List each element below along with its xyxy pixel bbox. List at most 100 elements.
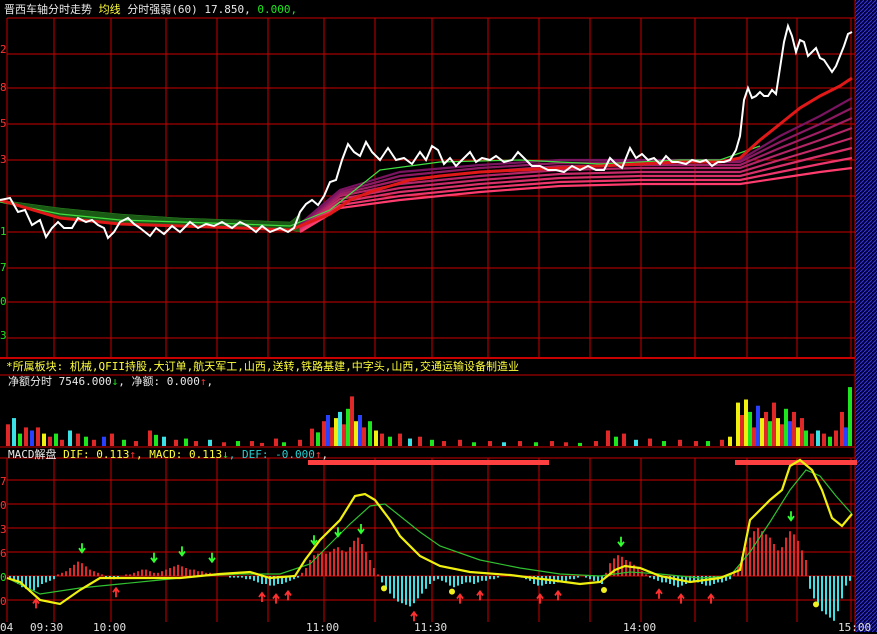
volume-bar-99	[844, 427, 848, 446]
macd-bar-185	[749, 537, 751, 576]
macd-arrow: ↓	[222, 448, 229, 461]
macd-axis-glyph-2: 0	[0, 499, 7, 512]
macd-bar-86	[353, 540, 355, 576]
price-header: 晋西车轴分时走势 均线 分时强弱(60) 17.850, 0.000,	[4, 4, 297, 16]
volume-bar-15	[110, 433, 114, 446]
yellow-dot-22	[381, 585, 387, 592]
volume-bar-37	[334, 418, 338, 446]
macd-bar-92	[377, 574, 379, 576]
volume-bar-29	[274, 438, 278, 446]
down-arrow-green-7	[617, 536, 625, 548]
macd-bar-46	[193, 569, 195, 576]
macd-bar-141	[573, 576, 575, 580]
macd-bar-166	[673, 576, 675, 586]
volume-bar-35	[326, 415, 330, 446]
macd-bar-90	[369, 560, 371, 576]
macd-bar-14	[65, 571, 67, 576]
volume-bar-25	[222, 442, 226, 446]
volume-bar-67	[634, 439, 638, 446]
macd-bar-198	[801, 550, 803, 576]
axis-glyph-4: 3	[0, 153, 7, 166]
volume-bar-39	[342, 424, 346, 446]
macd-bar-159	[645, 574, 647, 576]
axis-glyph-1: 2	[0, 43, 7, 56]
macd-bar-201	[813, 576, 815, 599]
volume-bar-44	[362, 427, 366, 446]
down-arrow-green-0	[78, 543, 86, 554]
macd-bar-139	[565, 576, 567, 581]
macd-bar-21	[93, 571, 95, 576]
macd-bar-119	[485, 576, 487, 581]
volume-bar-4	[30, 430, 34, 446]
up-arrow-red-9	[32, 597, 40, 609]
volume-bar-21	[174, 439, 178, 446]
dif-arrow: ↑	[129, 448, 136, 461]
volume-bar-72	[706, 441, 710, 446]
macd-bar-191	[773, 544, 775, 576]
macd-bar-33	[141, 569, 143, 576]
macd-bar-189	[765, 534, 767, 576]
volume-bar-36	[330, 427, 334, 446]
macd-bar-188	[761, 531, 763, 576]
volume-label-1: 净额分时	[8, 375, 52, 388]
macd-bar-93	[381, 576, 383, 583]
macd-bar-100	[409, 576, 411, 607]
volume-bar-42	[354, 421, 358, 446]
moving-average-fan	[0, 97, 853, 233]
macd-bar-122	[497, 576, 499, 578]
macd-bar-103	[421, 576, 423, 594]
macd-bar-42	[177, 564, 179, 576]
volume-bar-48	[388, 436, 392, 446]
volume-bar-86	[780, 424, 784, 446]
macd-bar-80	[329, 552, 331, 576]
macd-bar-195	[789, 531, 791, 576]
volume-bar-90	[796, 427, 800, 446]
volume-bar-64	[606, 430, 610, 446]
volume-bar-80	[756, 405, 760, 446]
macd-bar-17	[77, 561, 79, 576]
macd-bar-199	[805, 560, 807, 576]
volume-bar-61	[564, 442, 568, 446]
volume-bar-81	[760, 418, 764, 446]
macd-bar-145	[589, 576, 591, 580]
macd-bar-62	[257, 576, 259, 583]
macd-bar-121	[493, 576, 495, 580]
time-label-1130: 11:30	[414, 621, 448, 634]
stock-title: 晋西车轴分时走势	[4, 3, 92, 16]
up-arrow-red-10	[112, 586, 120, 598]
macd-bar-30	[129, 574, 131, 576]
macd-bar-120	[489, 576, 491, 580]
volume-bar-47	[380, 433, 384, 446]
up-arrow-red-12	[272, 593, 280, 604]
macd-bar-99	[405, 576, 407, 605]
time-label-date: 04	[0, 621, 14, 634]
dif-value: 0.113	[96, 448, 130, 461]
volume-bar-83	[768, 421, 772, 446]
volume-bar-0	[6, 424, 10, 446]
volume-bar-70	[678, 439, 682, 446]
volume-bar-89	[792, 411, 796, 446]
macd-bar-78	[321, 552, 323, 576]
macd-bar-81	[333, 548, 335, 576]
header-value-2: 0.000,	[257, 3, 298, 16]
volume-bar-96	[828, 436, 832, 446]
macd-bar-184	[745, 547, 747, 576]
volume-bar-82	[764, 411, 768, 446]
up-arrow-red-11	[258, 591, 266, 602]
macd-bar-117	[477, 576, 479, 583]
up-arrow-red-13	[284, 589, 292, 601]
volume-bar-69	[662, 441, 666, 446]
price-line	[0, 22, 853, 240]
macd-bar-32	[137, 571, 139, 576]
macd-tail: ,	[321, 448, 329, 461]
macd-bar-16	[73, 564, 75, 576]
macd-bar-89	[365, 552, 367, 576]
volume-bar-26	[236, 441, 240, 446]
axis-glyph-3: 5	[0, 117, 7, 130]
macd-bar-151	[613, 558, 615, 576]
macd-bar-192	[777, 550, 779, 576]
macd-bar-72	[297, 576, 299, 578]
macd-bar-23	[101, 574, 103, 576]
macd-bar-115	[469, 576, 471, 583]
macd-bar-12	[57, 574, 59, 576]
